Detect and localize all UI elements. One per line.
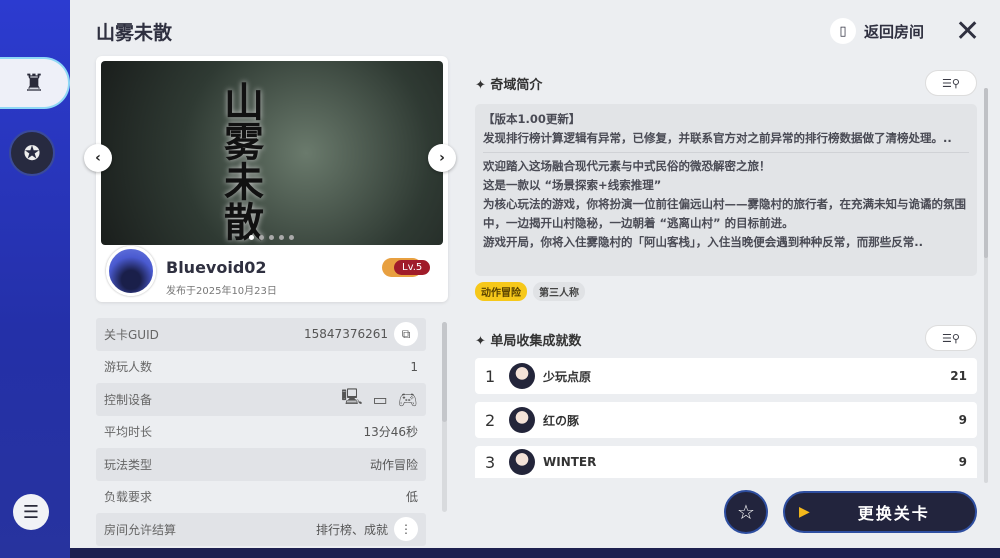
property-value: 低 (405, 490, 418, 505)
achievement-count: 9 (958, 413, 967, 427)
intro-search-button[interactable]: ☰⚲ (925, 70, 977, 96)
property-scrollbar[interactable] (442, 322, 447, 512)
player-avatar (509, 449, 535, 475)
ranking-row[interactable]: 2 红の豚 9 (475, 402, 977, 438)
intro-heading-text: 奇域简介 (490, 78, 543, 93)
property-label: 平均时长 (104, 425, 153, 440)
prev-arrow-icon[interactable]: ‹ (84, 144, 112, 172)
ranking-row[interactable]: 1 少玩点原 21 (475, 358, 977, 394)
tag: 动作冒险 (475, 282, 527, 301)
bottom-strip (70, 548, 1000, 558)
property-row: 平均时长 13分46秒 (96, 416, 426, 449)
favorite-button[interactable]: ☆ (724, 490, 768, 534)
property-value: 15847376261 (304, 327, 388, 342)
level-card: 山雾未散 ‹ › Bluevoid02 发布于2025年10月23日 Lv.5 (84, 56, 456, 302)
gamepad-icon: 🎮︎ (397, 389, 418, 409)
menu-button[interactable]: ☰ (13, 494, 49, 530)
property-label: 控制设备 (104, 392, 153, 407)
sidebar: ♜ ✪ ☰ (0, 0, 70, 558)
list-search-icon: ☰⚲ (942, 76, 960, 90)
close-icon[interactable]: ✕ (955, 14, 980, 49)
author-name[interactable]: Bluevoid02 (166, 258, 267, 277)
property-label: 游玩人数 (104, 360, 153, 375)
intro-description: 欢迎踏入这场融合现代元素与中式民俗的微恐解密之旅！ 这是一款以 “场景探索+线索… (483, 159, 966, 249)
property-value: 排行榜、成就 (315, 522, 388, 537)
property-label: 负载要求 (104, 490, 153, 505)
more-icon[interactable]: ⋮ (394, 517, 418, 542)
ranking-row[interactable]: 3 WINTER 9 (475, 446, 977, 478)
property-row: 玩法类型 动作冒险 (96, 448, 426, 481)
intro-heading: ✦ 奇域简介 (475, 78, 543, 93)
author-avatar[interactable] (106, 246, 156, 296)
copy-icon[interactable]: ⧉ (394, 322, 418, 347)
tag: 第三人称 (533, 282, 585, 301)
level-badge: Lv.5 (394, 260, 431, 275)
player-avatar (509, 363, 535, 389)
next-arrow-icon[interactable]: › (428, 144, 456, 172)
property-row: 负载要求 低 (96, 481, 426, 514)
property-value: 1 (410, 359, 418, 374)
property-row: 房间允许结算 排行榜、成就 ⋮ (96, 513, 426, 546)
achievement-count: 9 (958, 455, 967, 469)
rank-number: 3 (485, 452, 496, 472)
rank-number: 1 (485, 366, 496, 386)
property-value: 动作冒险 (369, 457, 418, 472)
change-level-label: 更换关卡 (857, 504, 930, 523)
rank-number: 2 (485, 410, 496, 430)
cover-title: 山雾未散 (217, 81, 264, 241)
cover-image: 山雾未散 (101, 61, 443, 245)
achievement-count: 21 (950, 369, 967, 383)
star-icon: ☆ (737, 500, 755, 524)
page-title: 山雾未散 (96, 22, 173, 44)
intro-box: 【版本1.00更新】 发现排行榜计算逻辑有异常，已修复，并联系官方对之前异常的排… (475, 104, 977, 276)
return-room-button[interactable]: ▯ 返回房间 (830, 18, 924, 44)
publish-date: 发布于2025年10月23日 (166, 286, 277, 297)
update-notes: 【版本1.00更新】 发现排行榜计算逻辑有异常，已修复，并联系官方对之前异常的排… (483, 112, 952, 145)
keyboard-mouse-icon: 🖳 (341, 386, 363, 406)
rook-icon: ♜ (23, 69, 45, 97)
property-list: 关卡GUID 15847376261 ⧉ 游玩人数 1 控制设备 🖳 ▭ 🎮︎ 平均时长 13… (96, 318, 426, 548)
medal-icon: ✪ (23, 141, 41, 165)
property-row: 游玩人数 1 (96, 351, 426, 384)
property-label: 关卡GUID (104, 327, 159, 342)
property-row: 控制设备 🖳 ▭ 🎮︎ (96, 383, 426, 416)
right-scrollbar[interactable] (984, 88, 988, 483)
main-panel: 山雾未散 ▯ 返回房间 ✕ 山雾未散 ‹ › Bluevoid02 发布于2025… (70, 0, 1000, 548)
carousel-dots[interactable] (249, 235, 294, 240)
player-name: 红の豚 (543, 413, 580, 428)
property-label: 房间允许结算 (104, 522, 177, 537)
player-avatar (509, 407, 535, 433)
door-icon: ▯ (830, 18, 856, 44)
achievements-heading-text: 单局收集成就数 (490, 334, 582, 349)
touch-icon: ▭ (372, 389, 388, 409)
play-icon: ▶ (799, 504, 810, 520)
player-name: 少玩点原 (543, 369, 592, 384)
return-label: 返回房间 (864, 22, 925, 41)
sidebar-tab-achievement[interactable]: ✪ (9, 130, 55, 176)
achievements-search-button[interactable]: ☰⚲ (925, 325, 977, 351)
tag-list: 动作冒险 第三人称 (475, 282, 585, 301)
player-name: WINTER (543, 455, 597, 469)
menu-icon: ☰ (22, 501, 40, 523)
sidebar-tab-level[interactable]: ♜ (0, 57, 70, 109)
list-search-icon: ☰⚲ (942, 331, 960, 345)
property-value: 13分46秒 (363, 425, 418, 440)
change-level-button[interactable]: ▶ 更换关卡 (783, 491, 977, 533)
achievements-heading: ✦ 单局收集成就数 (475, 334, 582, 349)
property-row: 关卡GUID 15847376261 ⧉ (96, 318, 426, 351)
property-label: 玩法类型 (104, 457, 153, 472)
